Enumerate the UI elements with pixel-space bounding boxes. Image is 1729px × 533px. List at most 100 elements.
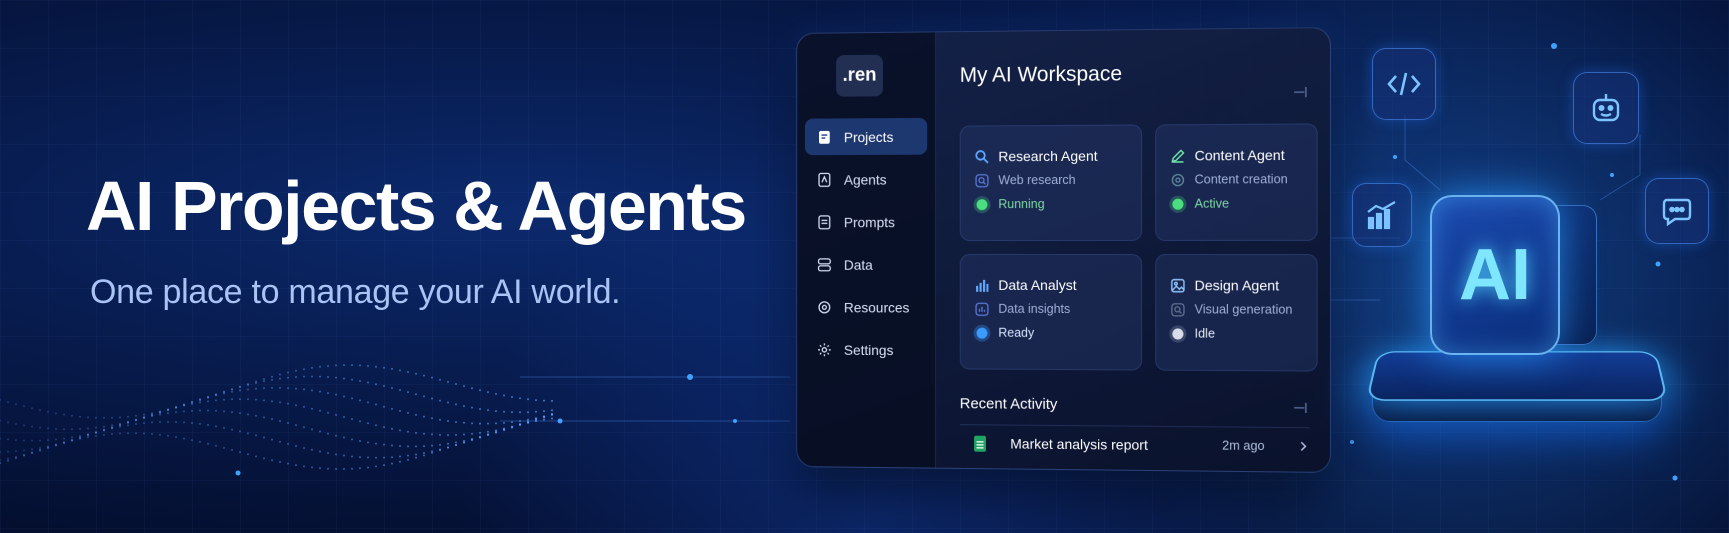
particle-dot	[183, 403, 185, 406]
status-dot	[1172, 327, 1184, 340]
particle-dot	[0, 419, 1, 422]
agent-card-data-analyst[interactable]: Data Analyst Data insights Ready	[959, 253, 1143, 371]
particle-dot	[551, 413, 553, 416]
particle-dot	[375, 365, 377, 368]
agent-card-design[interactable]: Design Agent Visual generation Idle	[1155, 254, 1318, 372]
particle-dot	[415, 431, 417, 434]
particle-dot	[279, 401, 281, 404]
particle-dot	[383, 443, 385, 446]
particle-dot	[311, 428, 313, 431]
particle-dot	[391, 407, 393, 410]
particle-dot	[319, 390, 321, 393]
particle-dot	[399, 460, 401, 463]
agent-card-research[interactable]: Research Agent Web research Running	[959, 124, 1143, 242]
particle-dot	[223, 446, 225, 449]
collapse-icon[interactable]	[1293, 85, 1307, 99]
particle-dot	[511, 425, 513, 428]
status-dot	[976, 198, 988, 210]
particle-dot	[335, 413, 337, 416]
particle-dot	[447, 434, 449, 437]
particle-dot	[263, 380, 265, 383]
status-dot	[976, 327, 988, 339]
sidebar-item-projects[interactable]: Projects	[804, 117, 928, 156]
particle-dot	[63, 441, 65, 444]
particle-dot	[95, 432, 97, 435]
particle-dot	[231, 428, 233, 431]
particle-dot	[111, 427, 113, 430]
sidebar-item-settings[interactable]: Settings	[805, 331, 927, 368]
particle-dot	[399, 455, 401, 458]
particle-dot	[303, 388, 305, 391]
particle-dot	[399, 389, 401, 392]
particle-dot	[215, 394, 217, 397]
particle-dot	[111, 433, 113, 436]
particle-dot	[39, 449, 41, 452]
particle-dot	[351, 397, 353, 400]
particle-dot	[87, 433, 89, 436]
particle-dot	[255, 414, 257, 417]
particle-dot	[263, 378, 265, 381]
particle-dot	[543, 416, 545, 419]
particle-dot	[167, 408, 169, 411]
particle-dot	[295, 387, 297, 390]
particle-dot	[119, 422, 121, 425]
particle-dot	[135, 418, 137, 421]
particle-dot	[407, 445, 409, 448]
sidebar-item-agents[interactable]: Agents	[805, 161, 927, 198]
particle-dot	[55, 444, 57, 447]
recent-activity-item[interactable]: Market analysis report 2m ago	[959, 424, 1310, 464]
particle-dot	[487, 433, 489, 436]
particle-dot	[127, 424, 129, 427]
app-logo[interactable]: .ren	[836, 54, 884, 97]
particle-dot	[479, 389, 481, 392]
particle-dot	[263, 387, 265, 390]
particle-dot	[87, 416, 89, 419]
particle-dot	[335, 453, 337, 456]
agent-description: Content creation	[1194, 172, 1288, 187]
particle-dot	[239, 385, 241, 388]
particle-dot	[55, 438, 57, 441]
particle-dot	[295, 444, 297, 447]
particle-dot	[71, 439, 73, 442]
particle-dot	[319, 409, 321, 412]
sidebar-item-resources[interactable]: Resources	[805, 289, 927, 326]
agent-name: Data Analyst	[998, 276, 1077, 294]
particle-dot	[303, 446, 305, 449]
particle-dot	[0, 462, 1, 465]
particle-dot	[391, 444, 393, 447]
particle-dot	[487, 433, 489, 436]
particle-dot	[215, 399, 217, 402]
sidebar-item-prompts[interactable]: Prompts	[805, 203, 927, 240]
particle-dot	[519, 423, 521, 426]
particle-dot	[103, 429, 105, 432]
sidebar-item-label: Resources	[843, 298, 910, 316]
particle-dot	[207, 409, 209, 412]
particle-dot	[95, 431, 97, 434]
particle-dot	[47, 410, 49, 413]
collapse-icon[interactable]	[1293, 401, 1307, 415]
particle-dot	[207, 442, 209, 445]
sidebar-item-label: Agents	[843, 171, 887, 188]
particle-dot	[199, 398, 201, 401]
particle-dot	[415, 393, 417, 396]
particle-dot	[535, 419, 537, 422]
particle-dot	[63, 413, 65, 416]
particle-dot	[7, 401, 9, 404]
particle-dot	[167, 408, 169, 411]
particle-dot	[303, 465, 305, 468]
particle-dot	[399, 445, 401, 448]
particle-dot	[167, 408, 169, 411]
particle-dot	[535, 420, 537, 423]
agent-name: Research Agent	[998, 147, 1098, 165]
particle-dot	[495, 431, 497, 434]
agent-card-content[interactable]: Content Agent Content creation Active	[1155, 123, 1318, 241]
particle-dot	[247, 432, 249, 435]
particle-dot	[399, 429, 401, 432]
particle-dot	[447, 401, 449, 404]
particle-dot	[383, 426, 385, 429]
particle-dot	[311, 389, 313, 392]
chevron-right-icon[interactable]	[1297, 440, 1309, 452]
particle-dot	[423, 395, 425, 398]
particle-dot	[143, 416, 145, 419]
sidebar-item-data[interactable]: Data	[805, 246, 927, 283]
